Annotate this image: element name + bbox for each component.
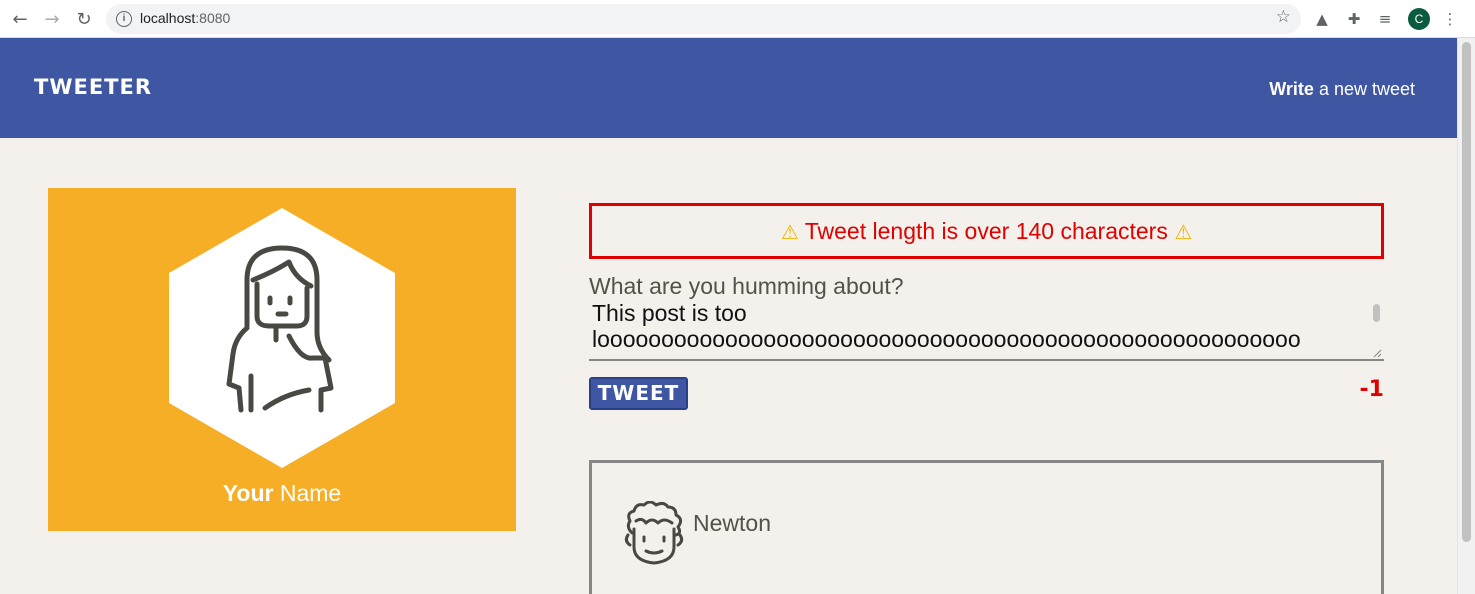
- tweet-textarea[interactable]: This post is too loooooooooooooooooooooo…: [589, 300, 1384, 361]
- app-header: TWEETER Write a new tweet: [0, 38, 1457, 138]
- resize-grip-icon[interactable]: [1372, 348, 1382, 358]
- menu-dots-icon[interactable]: ⋮: [1439, 8, 1461, 30]
- browser-toolbar: ← → ↻ i localhost:8080 ☆ ▲ ✚ ≡ C ⋮: [0, 0, 1475, 38]
- reload-icon[interactable]: ↻: [72, 7, 96, 31]
- textarea-scrollbar-thumb[interactable]: [1373, 304, 1380, 322]
- author-avatar-icon: [624, 501, 684, 565]
- warning-icon: ⚠: [780, 220, 799, 244]
- error-message: Tweet length is over 140 characters: [804, 218, 1168, 244]
- url-text: localhost:8080: [140, 10, 231, 26]
- error-banner: ⚠ Tweet length is over 140 characters ⚠: [589, 203, 1384, 259]
- extensions-puzzle-icon[interactable]: ✚: [1343, 8, 1365, 30]
- tweet-card: Newton: [589, 460, 1384, 594]
- back-icon[interactable]: ←: [8, 7, 32, 31]
- user-avatar-icon: [169, 208, 395, 468]
- page-scrollbar[interactable]: [1457, 38, 1475, 594]
- bookmark-star-icon[interactable]: ☆: [1276, 7, 1291, 27]
- tweet-text-line: This post is too: [592, 300, 747, 326]
- warning-icon: ⚠: [1174, 220, 1193, 244]
- brand-logo[interactable]: TWEETER: [34, 75, 152, 99]
- drive-extension-icon[interactable]: ▲: [1311, 8, 1333, 30]
- profile-name: Your Name: [222, 480, 342, 506]
- address-bar[interactable]: i localhost:8080 ☆: [106, 4, 1301, 34]
- compose-label: What are you humming about?: [589, 273, 904, 299]
- site-info-icon[interactable]: i: [116, 11, 132, 27]
- media-queue-icon[interactable]: ≡: [1374, 8, 1396, 30]
- page-scrollbar-thumb[interactable]: [1462, 42, 1471, 542]
- forward-icon[interactable]: →: [40, 7, 64, 31]
- tweet-button[interactable]: TWEET: [589, 377, 688, 410]
- char-counter: -1: [1359, 377, 1384, 402]
- profile-avatar[interactable]: C: [1408, 8, 1430, 30]
- profile-card: Your Name: [48, 188, 516, 531]
- tweet-author: Newton: [693, 510, 771, 536]
- tweet-text-line: looooooooooooooooooooooooooooooooooooooo…: [592, 326, 1301, 352]
- write-tweet-link[interactable]: Write a new tweet: [1269, 79, 1415, 100]
